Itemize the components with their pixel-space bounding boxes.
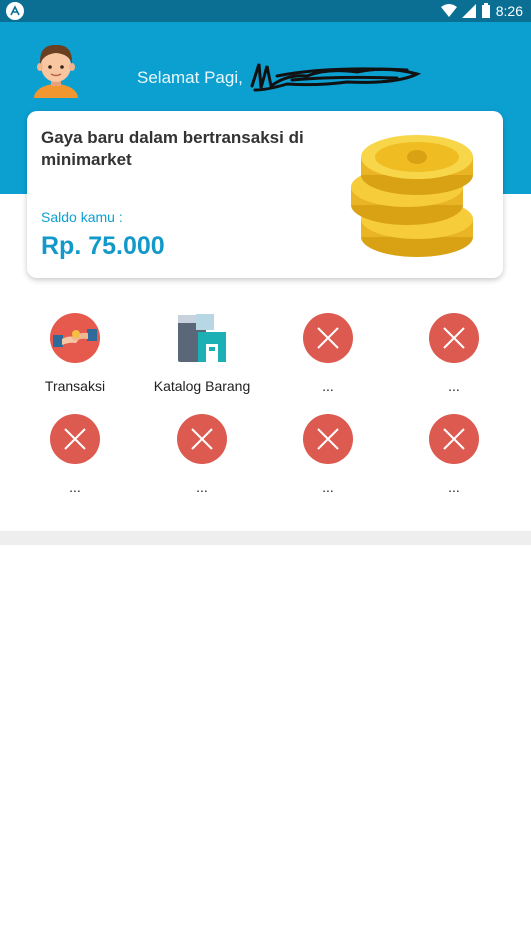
redacted-name-scribble <box>250 63 422 92</box>
menu-label: Transaksi <box>44 378 106 394</box>
greeting-text: Selamat Pagi, <box>137 68 243 87</box>
signal-icon <box>461 4 476 18</box>
menu-label: ... <box>448 378 460 394</box>
menu-item-katalog-barang[interactable]: Katalog Barang <box>139 312 265 402</box>
close-icon <box>429 414 479 464</box>
menu-label: ... <box>322 479 334 495</box>
battery-icon <box>481 3 490 18</box>
menu-label: Katalog Barang <box>153 378 251 394</box>
transaction-icon <box>50 313 100 363</box>
close-icon <box>429 313 479 363</box>
coins-icon <box>351 135 473 257</box>
menu-item-placeholder[interactable]: ... <box>139 413 265 503</box>
menu-item-transaksi[interactable]: Transaksi <box>12 312 138 402</box>
menu-item-placeholder[interactable]: ... <box>391 413 517 503</box>
wifi-icon <box>440 4 457 17</box>
menu-item-placeholder[interactable]: ... <box>391 312 517 402</box>
greeting: Selamat Pagi, <box>137 60 422 96</box>
balance-value: Rp. 75.000 <box>41 232 165 260</box>
menu-label: ... <box>322 378 334 394</box>
menu-label: ... <box>448 479 460 495</box>
close-icon <box>303 414 353 464</box>
menu-label: ... <box>196 479 208 495</box>
close-icon <box>50 414 100 464</box>
menu-item-placeholder[interactable]: ... <box>265 312 391 402</box>
card-title: Gaya baru dalam bertransaksi di minimark… <box>41 128 304 169</box>
menu-label: ... <box>69 479 81 495</box>
status-bar: 8:26 <box>0 0 531 22</box>
balance-card: Gaya baru dalam bertransaksi di minimark… <box>27 111 503 278</box>
section-divider <box>0 531 531 545</box>
menu-item-placeholder[interactable]: ... <box>265 413 391 503</box>
close-icon <box>303 313 353 363</box>
close-icon <box>177 414 227 464</box>
menu-item-placeholder[interactable]: ... <box>12 413 138 503</box>
avatar[interactable] <box>31 40 81 98</box>
balance-label: Saldo kamu : <box>41 209 123 225</box>
status-time: 8:26 <box>495 3 523 19</box>
app-notification-icon <box>6 2 24 20</box>
catalog-icon <box>178 314 226 362</box>
